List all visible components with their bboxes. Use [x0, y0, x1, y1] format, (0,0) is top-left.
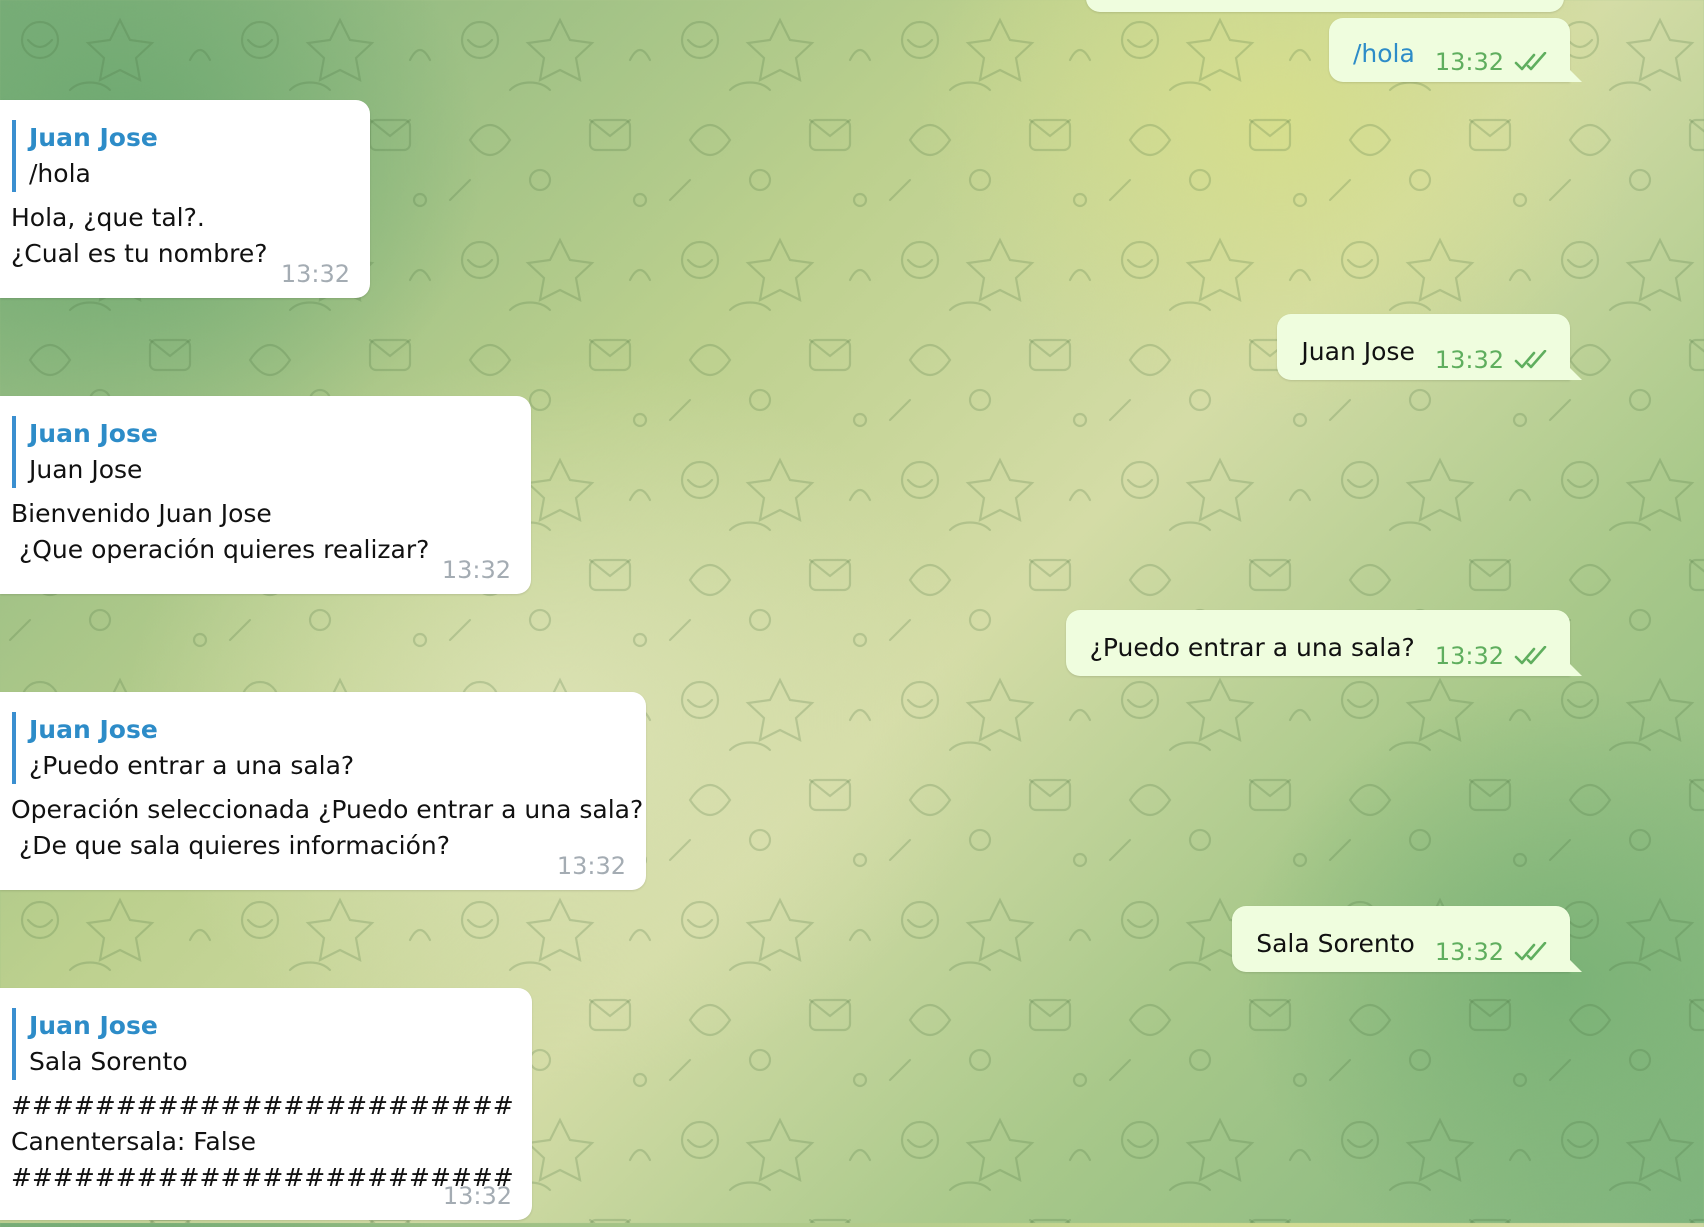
message-meta: 13:32: [1435, 934, 1550, 970]
message-line: Hola, ¿que tal?.: [11, 203, 205, 232]
message-line: ########################: [11, 1091, 514, 1120]
reply-author: Juan Jose: [29, 123, 158, 152]
outgoing-message[interactable]: /hola 13:32: [1328, 18, 1583, 82]
reply-text: Juan Jose: [29, 455, 143, 484]
message-time: 13:32: [1434, 48, 1504, 76]
outgoing-message[interactable]: ¿Puedo entrar a una sala? 13:32: [1065, 610, 1583, 676]
message-line: Canentersala: False: [11, 1127, 257, 1156]
message-line: ¿Que operación quieres realizar?: [11, 535, 430, 564]
message-text: Sala Sorento: [1256, 929, 1415, 958]
message-time: 13:32: [1434, 938, 1504, 966]
incoming-message: Juan Jose Juan Jose Bienvenido Juan Jose…: [0, 396, 531, 594]
reply-text: Sala Sorento: [29, 1047, 188, 1076]
message-line: Bienvenido Juan Jose: [11, 499, 272, 528]
outgoing-message[interactable]: Juan Jose 13:32: [1277, 314, 1582, 380]
message-text: Juan Jose: [1301, 337, 1415, 366]
reply-author: Juan Jose: [29, 1011, 158, 1040]
message-time: 13:32: [1434, 346, 1504, 374]
reply-author: Juan Jose: [29, 715, 158, 744]
message-line: ########################: [11, 1163, 514, 1192]
message-line: Operación seleccionada ¿Puedo entrar a u…: [11, 795, 644, 824]
double-check-icon: [1514, 646, 1550, 666]
message-time: 13:32: [280, 260, 350, 288]
reply-text: /hola: [29, 159, 91, 188]
message-meta: 13:32: [1435, 44, 1550, 80]
incoming-message: Juan Jose ¿Puedo entrar a una sala? Oper…: [0, 692, 646, 890]
reply-quote[interactable]: Juan Jose Sala Sorento: [12, 1008, 512, 1080]
reply-author: Juan Jose: [29, 419, 158, 448]
reply-quote[interactable]: Juan Jose Juan Jose: [12, 416, 511, 488]
incoming-message: Juan Jose /hola Hola, ¿que tal?. ¿Cual e…: [0, 100, 370, 298]
partial-message-top: [1086, 0, 1564, 12]
message-text: ¿Puedo entrar a una sala?: [1089, 633, 1415, 662]
message-time: 13:32: [441, 556, 511, 584]
message-time: 13:32: [442, 1182, 512, 1210]
incoming-message: Juan Jose Sala Sorento #################…: [0, 988, 532, 1220]
double-check-icon: [1514, 52, 1550, 72]
message-meta: 13:32: [1435, 638, 1550, 674]
double-check-icon: [1514, 350, 1550, 370]
double-check-icon: [1514, 942, 1550, 962]
message-time: 13:32: [1434, 642, 1504, 670]
message-meta: 13:32: [1435, 342, 1550, 378]
reply-text: ¿Puedo entrar a una sala?: [29, 751, 355, 780]
reply-quote[interactable]: Juan Jose /hola: [12, 120, 350, 192]
reply-quote[interactable]: Juan Jose ¿Puedo entrar a una sala?: [12, 712, 626, 784]
message-text[interactable]: /hola: [1353, 36, 1415, 72]
outgoing-message[interactable]: Sala Sorento 13:32: [1232, 906, 1582, 972]
message-line: ¿De que sala quieres información?: [11, 831, 451, 860]
message-time: 13:32: [556, 852, 626, 880]
